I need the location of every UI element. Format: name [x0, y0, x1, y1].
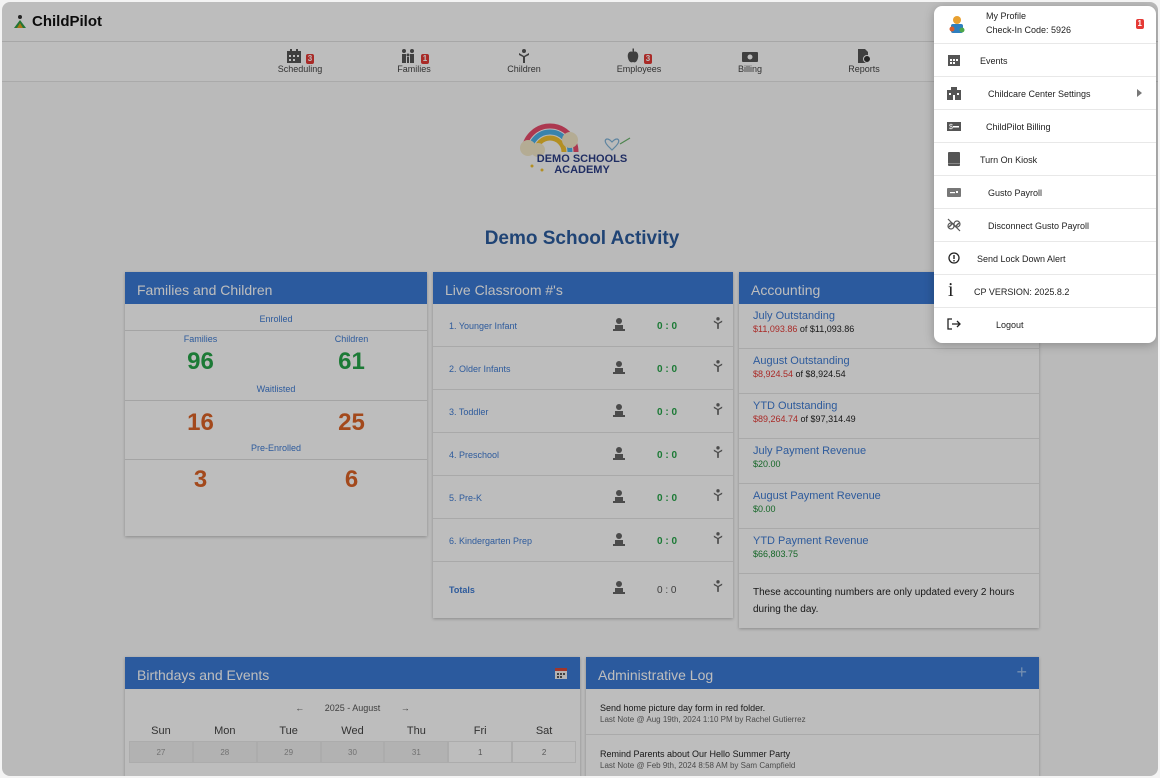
- menu-label: Childcare Center Settings: [988, 89, 1091, 99]
- menu-item-events[interactable]: Events: [934, 44, 1156, 77]
- menu-label: CP VERSION: 2025.8.2: [974, 287, 1070, 297]
- menu-label: ChildPilot Billing: [986, 122, 1051, 132]
- menu-item-center-settings[interactable]: Childcare Center Settings: [934, 77, 1156, 110]
- payroll-card-icon: [947, 188, 961, 197]
- checkin-code: Check-In Code: 5926: [986, 25, 1072, 35]
- svg-text:$: $: [949, 124, 953, 131]
- menu-item-version: i CP VERSION: 2025.8.2: [934, 275, 1156, 308]
- menu-label: Turn On Kiosk: [980, 155, 1038, 165]
- unlink-icon: [947, 218, 961, 232]
- menu-label: Logout: [996, 320, 1024, 330]
- menu-item-lockdown-alert[interactable]: Send Lock Down Alert: [934, 242, 1156, 275]
- profile-badge: 1: [1135, 19, 1144, 29]
- tablet-icon: [948, 152, 960, 166]
- info-icon: i: [948, 279, 954, 301]
- menu-label: Events: [980, 56, 1008, 66]
- menu-label: Disconnect Gusto Payroll: [988, 221, 1090, 231]
- menu-label: Gusto Payroll: [988, 188, 1043, 198]
- submenu-arrow-icon: [1137, 89, 1142, 97]
- menu-item-logout[interactable]: Logout: [934, 308, 1156, 341]
- menu-item-disconnect-gusto[interactable]: Disconnect Gusto Payroll: [934, 209, 1156, 242]
- menu-item-kiosk[interactable]: Turn On Kiosk: [934, 143, 1156, 176]
- menu-label: Send Lock Down Alert: [977, 254, 1066, 264]
- profile-avatar-icon: [949, 16, 965, 33]
- calendar-icon: [948, 55, 960, 66]
- menu-item-childpilot-billing[interactable]: $ ChildPilot Billing: [934, 110, 1156, 143]
- menu-my-profile[interactable]: My Profile Check-In Code: 5926 1: [934, 6, 1156, 44]
- profile-label: My Profile: [986, 11, 1027, 21]
- alert-circle-icon: [948, 252, 960, 264]
- app-window: ChildPilot 3 Scheduling 1 Families Child…: [2, 2, 1158, 776]
- profile-menu: My Profile Check-In Code: 5926 1 Events …: [934, 6, 1156, 343]
- logout-icon: [947, 318, 961, 330]
- menu-item-gusto-payroll[interactable]: Gusto Payroll: [934, 176, 1156, 209]
- dollar-card-icon: $: [947, 122, 961, 131]
- building-icon: [947, 87, 961, 100]
